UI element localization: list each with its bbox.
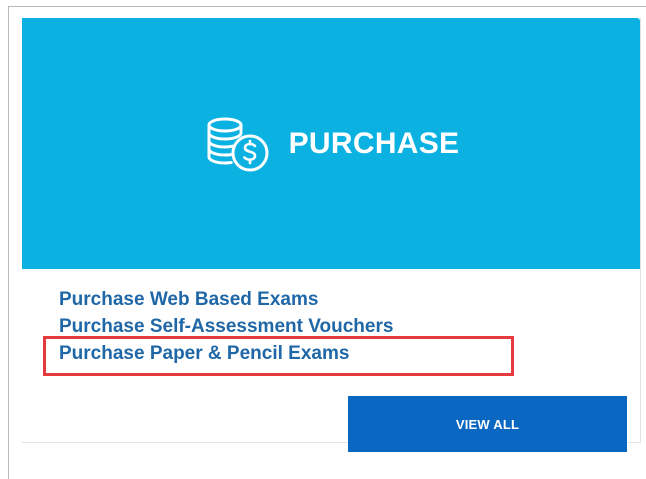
link-purchase-self-assessment-vouchers[interactable]: Purchase Self-Assessment Vouchers [59,315,619,338]
coins-dollar-icon [203,115,289,173]
link-purchase-paper-pencil-exams[interactable]: Purchase Paper & Pencil Exams [59,342,619,365]
page: PURCHASE Purchase Web Based Exams Purcha… [0,0,646,479]
purchase-links-list: Purchase Web Based Exams Purchase Self-A… [59,288,619,366]
view-all-button[interactable]: VIEW ALL [348,396,627,452]
frame-divider-top [8,6,646,7]
purchase-card: PURCHASE Purchase Web Based Exams Purcha… [22,18,641,452]
purchase-hero-banner: PURCHASE [22,18,640,269]
card-title: PURCHASE [288,126,460,160]
frame-divider-left [8,6,9,479]
link-purchase-web-based-exams[interactable]: Purchase Web Based Exams [59,288,619,311]
hero-content: PURCHASE [22,18,640,269]
